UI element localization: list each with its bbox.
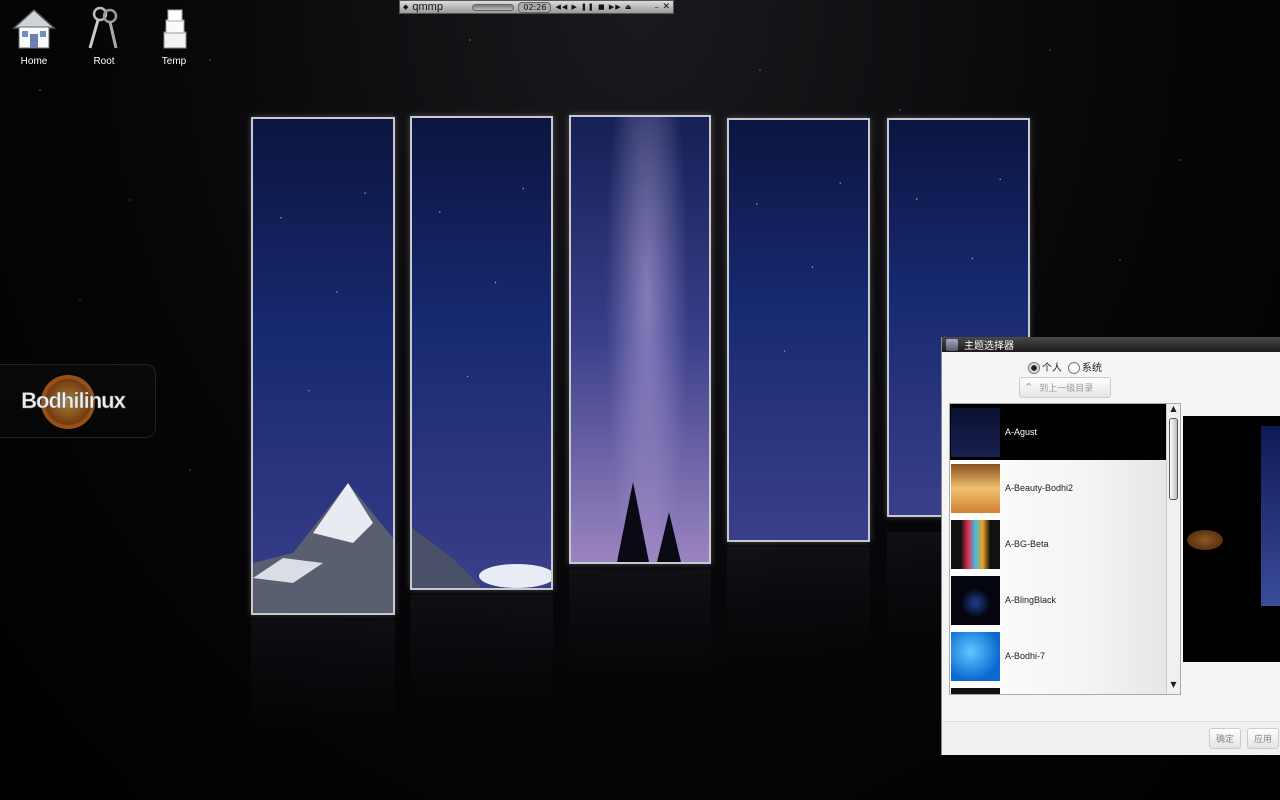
bodhi-logo-widget: Bodhilinux bbox=[0, 364, 156, 438]
theme-name: A-Bodhi-7 bbox=[1005, 651, 1046, 661]
apply-button[interactable]: 应用 bbox=[1247, 728, 1279, 749]
app-icon bbox=[946, 338, 958, 351]
preview-logo bbox=[1187, 530, 1223, 550]
radio-label: 系统 bbox=[1082, 363, 1102, 374]
theme-item-a-bodhi-7[interactable]: A-Bodhi-7 bbox=[950, 628, 1180, 684]
theme-item-a-blingblack[interactable]: A-BlingBlack bbox=[950, 572, 1180, 628]
theme-name: A-Beauty-Bodhi2 bbox=[1005, 483, 1074, 493]
seek-slider[interactable] bbox=[472, 3, 515, 11]
menu-arrow-icon[interactable]: ◆ bbox=[403, 3, 408, 11]
button-label: 到上一级目录 bbox=[1039, 384, 1094, 394]
desktop-icon-home[interactable]: Home bbox=[4, 6, 64, 67]
theme-item-a-agust[interactable]: A-Agust bbox=[950, 404, 1180, 460]
logo-text: Bodhilinux bbox=[21, 388, 126, 414]
minimize-icon[interactable]: – bbox=[654, 3, 658, 12]
theme-thumbnail bbox=[951, 687, 1000, 694]
theme-name: A-BG-Beta bbox=[1005, 539, 1049, 549]
window-footer: 确定 应用 bbox=[942, 721, 1280, 755]
theme-selector-window[interactable]: 主题选择器 个人 系统 ⌃ 到上一级目录 A-Agust A-Beauty-Bo… bbox=[941, 337, 1280, 755]
theme-item-partial[interactable] bbox=[950, 684, 1180, 694]
wallpaper-panel-1 bbox=[251, 117, 395, 615]
playback-controls[interactable]: ◀◀ ▶ ❚❚ ■ ▶▶ ⏏ bbox=[555, 3, 632, 11]
player-title: qmmp bbox=[412, 1, 443, 13]
parent-directory-button[interactable]: ⌃ 到上一级目录 bbox=[1019, 377, 1111, 398]
qmmp-player-bar[interactable]: ◆ qmmp 02:26 ◀◀ ▶ ❚❚ ■ ▶▶ ⏏ – ✕ bbox=[399, 0, 674, 14]
close-icon[interactable]: ✕ bbox=[662, 2, 670, 12]
theme-item-a-bg-beta[interactable]: A-BG-Beta bbox=[950, 516, 1180, 572]
theme-item-a-beauty-bodhi2[interactable]: A-Beauty-Bodhi2 bbox=[950, 460, 1180, 516]
scroll-up-icon[interactable]: ▲ bbox=[1167, 404, 1180, 416]
desktop-icon-label: Root bbox=[93, 56, 115, 67]
wallpaper-panel-2 bbox=[410, 116, 553, 590]
theme-name: A-Agust bbox=[1005, 427, 1038, 437]
ok-button[interactable]: 确定 bbox=[1209, 728, 1241, 749]
theme-thumbnail bbox=[951, 575, 1000, 625]
panel-reflection bbox=[569, 569, 711, 679]
window-title: 主题选择器 bbox=[964, 341, 1014, 352]
window-titlebar[interactable]: 主题选择器 bbox=[942, 337, 1280, 352]
wallpaper-panel-3 bbox=[569, 115, 711, 564]
house-icon bbox=[12, 8, 56, 49]
mountain-shape bbox=[412, 528, 551, 588]
trees-shape bbox=[617, 482, 681, 562]
panel-reflection bbox=[410, 595, 553, 705]
boxes-icon bbox=[163, 9, 187, 49]
mountain-shape bbox=[253, 483, 393, 613]
theme-name: A-BlingBlack bbox=[1005, 595, 1057, 605]
radio-checked-icon bbox=[1028, 362, 1040, 374]
theme-list[interactable]: A-Agust A-Beauty-Bodhi2 A-BG-Beta A-Blin… bbox=[949, 403, 1181, 695]
theme-thumbnail bbox=[951, 631, 1000, 681]
panel-reflection bbox=[887, 532, 947, 642]
theme-list-scrollbar[interactable]: ▲ ▼ bbox=[1166, 404, 1180, 694]
up-arrow-icon: ⌃ bbox=[1024, 381, 1034, 394]
scrollbar-thumb[interactable] bbox=[1169, 418, 1178, 500]
panel-reflection bbox=[727, 547, 870, 657]
radio-system[interactable]: 系统 bbox=[1068, 359, 1102, 374]
keys-icon bbox=[88, 6, 118, 49]
theme-scope-radios: 个人 系统 bbox=[1028, 359, 1102, 374]
theme-preview bbox=[1183, 416, 1280, 662]
wallpaper-panel-4 bbox=[727, 118, 870, 542]
panel-reflection bbox=[251, 620, 395, 730]
desktop-icon-temp[interactable]: Temp bbox=[144, 6, 204, 67]
elapsed-time: 02:26 bbox=[518, 1, 552, 13]
radio-unchecked-icon bbox=[1068, 362, 1080, 374]
radio-label: 个人 bbox=[1042, 363, 1062, 374]
preview-panel bbox=[1261, 426, 1280, 606]
desktop-icon-label: Temp bbox=[161, 56, 187, 67]
theme-thumbnail bbox=[951, 519, 1000, 569]
theme-thumbnail bbox=[951, 463, 1000, 513]
desktop-icon-root[interactable]: Root bbox=[74, 6, 134, 67]
theme-thumbnail bbox=[951, 407, 1000, 457]
radio-personal[interactable]: 个人 bbox=[1028, 359, 1062, 374]
scroll-down-icon[interactable]: ▼ bbox=[1167, 680, 1180, 692]
desktop-icon-label: Home bbox=[20, 56, 48, 67]
